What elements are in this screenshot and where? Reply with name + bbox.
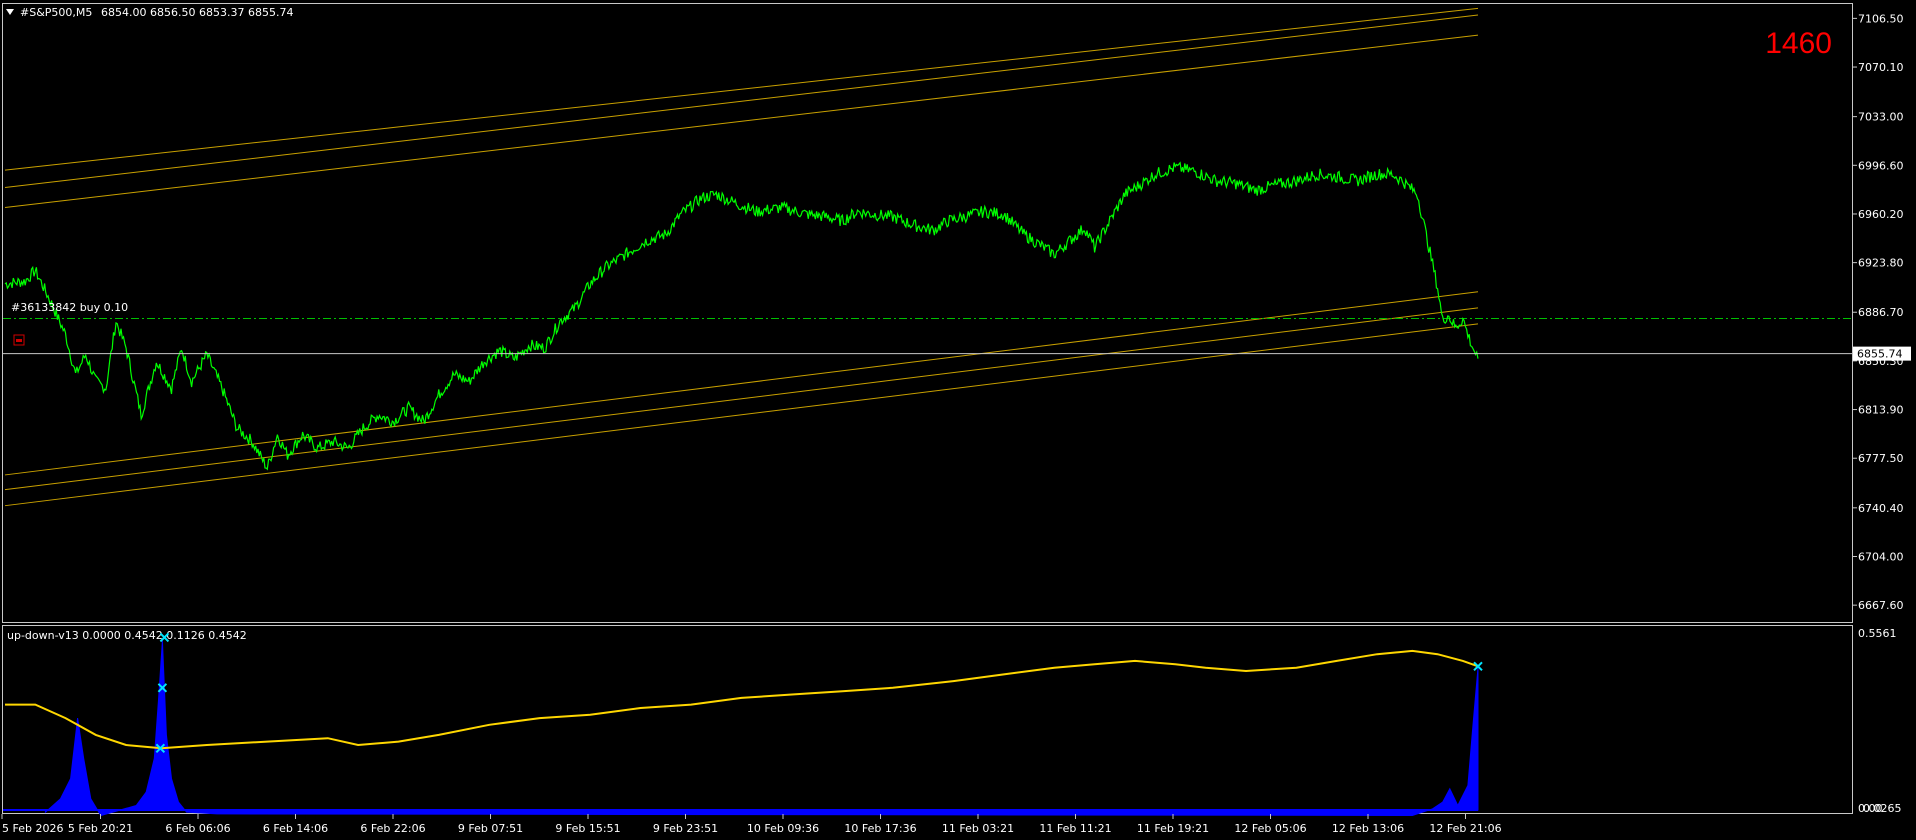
x-tick-label: 10 Feb 09:36	[747, 822, 819, 835]
indicator-scale-top: 0.5561	[1858, 627, 1897, 640]
x-tick-label: 9 Feb 15:51	[555, 822, 620, 835]
svg-text:6855.74: 6855.74	[1857, 348, 1903, 361]
y-tick-label: 6813.90	[1858, 404, 1904, 417]
indicator-label: up-down-v13 0.0000 0.4542 0.1126 0.4542	[7, 629, 247, 642]
x-tick-label: 12 Feb 13:06	[1332, 822, 1404, 835]
trade-stop-icon[interactable]	[13, 334, 25, 346]
indicator-scale-bottom-overlay: 0.00	[1858, 802, 1883, 815]
indicator-curve	[5, 649, 1479, 750]
channel-line	[4, 323, 1479, 507]
x-tick-label: 5 Feb 20:21	[68, 822, 133, 835]
channel-line	[4, 14, 1479, 188]
symbol-label: #S&P500,M5	[20, 6, 92, 19]
chart-area[interactable]: #S&P500,M5 6854.00 6856.50 6853.37 6855.…	[0, 0, 1916, 840]
indicator-histogram	[3, 640, 1479, 817]
x-tick-label: 9 Feb 07:51	[458, 822, 523, 835]
main-chart-frame	[2, 3, 1853, 623]
y-tick-label: 6960.20	[1858, 208, 1904, 221]
ohlc-values: 6854.00 6856.50 6853.37 6855.74	[101, 6, 293, 19]
y-tick-label: 6996.60	[1858, 159, 1904, 172]
y-tick-label: 6886.70	[1858, 306, 1904, 319]
triangle-down-icon[interactable]	[6, 9, 14, 15]
price-axis: 7106.50 7070.10 7033.00 6996.60 6960.20 6923.…	[1853, 12, 1904, 612]
current-price-tag: 6855.74	[1853, 346, 1911, 361]
order-label[interactable]: #36133842 buy 0.10	[11, 301, 128, 314]
x-tick-label: 12 Feb 21:06	[1429, 822, 1501, 835]
channel-lines[interactable]	[4, 7, 1479, 507]
x-tick-label: 11 Feb 19:21	[1137, 822, 1209, 835]
x-tick-label: 9 Feb 23:51	[653, 822, 718, 835]
x-tick-label: 5 Feb 2026	[2, 822, 63, 835]
time-axis: 5 Feb 2026 5 Feb 20:21 6 Feb 06:06 6 Feb 14…	[1, 814, 1502, 835]
y-tick-label: 6704.00	[1858, 550, 1904, 563]
indicator-frame	[2, 625, 1853, 814]
x-tick-label: 6 Feb 22:06	[360, 822, 425, 835]
indicator-line	[5, 649, 1479, 750]
y-tick-label: 7106.50	[1858, 12, 1904, 25]
y-tick-label: 6777.50	[1858, 452, 1904, 465]
x-tick-label: 6 Feb 14:06	[263, 822, 328, 835]
x-tick-label: 10 Feb 17:36	[844, 822, 916, 835]
x-tick-label: 11 Feb 03:21	[942, 822, 1014, 835]
y-tick-label: 6740.40	[1858, 502, 1904, 515]
y-tick-label: 6667.60	[1858, 599, 1904, 612]
channel-line	[4, 291, 1479, 476]
x-tick-label: 11 Feb 11:21	[1039, 822, 1111, 835]
bar-counter: 1460	[1765, 27, 1832, 60]
x-tick-label: 12 Feb 05:06	[1234, 822, 1306, 835]
y-tick-label: 7070.10	[1858, 61, 1904, 74]
price-series	[4, 161, 1479, 471]
channel-line	[4, 34, 1479, 209]
channel-line	[4, 307, 1479, 491]
channel-line	[4, 7, 1479, 171]
price-line	[4, 161, 1479, 471]
x-tick-label: 6 Feb 06:06	[165, 822, 230, 835]
y-tick-label: 7033.00	[1858, 111, 1904, 124]
y-tick-label: 6923.80	[1858, 257, 1904, 270]
histogram-area	[44, 640, 1479, 817]
